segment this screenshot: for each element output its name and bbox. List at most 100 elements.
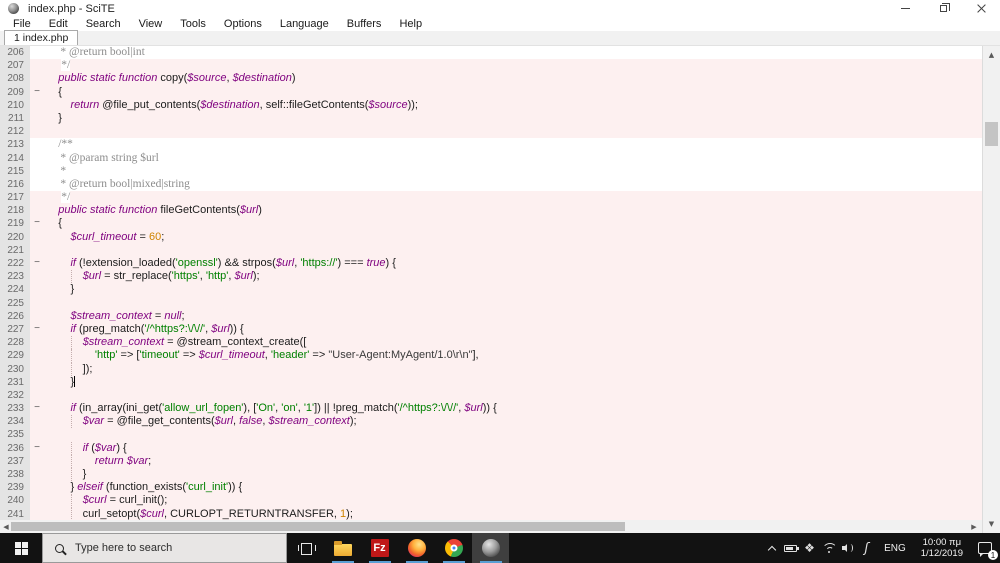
line-number[interactable]: 223 bbox=[0, 270, 30, 284]
action-center-button[interactable]: 1 bbox=[970, 533, 1000, 563]
code-text[interactable]: */ bbox=[44, 59, 982, 72]
scroll-right-arrow-icon[interactable]: ▶ bbox=[968, 520, 980, 533]
line-number[interactable]: 226 bbox=[0, 309, 30, 323]
line-number[interactable]: 220 bbox=[0, 230, 30, 244]
line-number[interactable]: 214 bbox=[0, 151, 30, 165]
close-button[interactable] bbox=[962, 0, 1000, 17]
start-button[interactable] bbox=[0, 533, 42, 563]
code-text[interactable]: if ($var) { bbox=[44, 441, 982, 455]
line-number[interactable]: 235 bbox=[0, 428, 30, 442]
code-text[interactable]: public static function fileGetContents($… bbox=[44, 204, 982, 217]
line-number[interactable]: 209 bbox=[0, 85, 30, 99]
line-number[interactable]: 213 bbox=[0, 138, 30, 152]
restore-button[interactable] bbox=[924, 0, 962, 17]
line-number[interactable]: 241 bbox=[0, 507, 30, 520]
line-number[interactable]: 232 bbox=[0, 388, 30, 403]
menu-item-view[interactable]: View bbox=[130, 18, 172, 30]
line-number[interactable]: 230 bbox=[0, 362, 30, 376]
code-text[interactable]: * bbox=[44, 164, 982, 178]
vertical-scroll-thumb[interactable] bbox=[985, 122, 998, 146]
line-number[interactable]: 207 bbox=[0, 59, 30, 73]
line-number[interactable]: 240 bbox=[0, 494, 30, 508]
code-text[interactable]: * @return bool|mixed|string bbox=[44, 177, 982, 191]
minimize-button[interactable] bbox=[886, 0, 924, 17]
line-number[interactable]: 206 bbox=[0, 46, 30, 60]
tray-app-button[interactable]: ❖ bbox=[800, 533, 819, 563]
horizontal-scroll-thumb[interactable] bbox=[11, 522, 625, 531]
line-number[interactable]: 233 bbox=[0, 402, 30, 416]
fold-marker-icon[interactable]: − bbox=[30, 402, 44, 415]
horizontal-scrollbar[interactable]: ◀ ▶ bbox=[0, 520, 982, 533]
battery-status[interactable] bbox=[781, 533, 800, 563]
code-text[interactable]: } elseif (function_exists('curl_init')) … bbox=[44, 481, 982, 494]
code-text[interactable]: * @param string $url bbox=[44, 151, 982, 165]
code-editor[interactable]: 206 * @return bool|int 207 */ 208 public s… bbox=[0, 46, 982, 520]
code-text[interactable] bbox=[44, 297, 982, 310]
line-number[interactable]: 221 bbox=[0, 243, 30, 257]
line-number[interactable]: 237 bbox=[0, 454, 30, 468]
menu-item-language[interactable]: Language bbox=[271, 18, 338, 30]
file-explorer-button[interactable] bbox=[324, 533, 361, 563]
chrome-button[interactable] bbox=[435, 533, 472, 563]
fold-marker-icon[interactable]: − bbox=[30, 323, 44, 336]
code-text[interactable]: if (!extension_loaded('openssl') && strp… bbox=[44, 257, 982, 270]
code-text[interactable]: } bbox=[44, 283, 982, 296]
code-text[interactable]: $url = str_replace('https', 'http', $url… bbox=[44, 270, 982, 284]
scite-taskbar-button[interactable] bbox=[472, 533, 509, 563]
line-number[interactable]: 227 bbox=[0, 322, 30, 337]
pen-workspace-button[interactable]: ʃ bbox=[857, 533, 876, 563]
code-text[interactable]: $stream_context = @stream_context_create… bbox=[44, 336, 982, 350]
taskbar-search-input[interactable]: Type here to search bbox=[42, 533, 287, 563]
menu-item-file[interactable]: File bbox=[4, 18, 40, 30]
line-number[interactable]: 228 bbox=[0, 336, 30, 350]
menu-item-buffers[interactable]: Buffers bbox=[338, 18, 391, 30]
language-indicator[interactable]: ENG bbox=[876, 543, 914, 554]
code-text[interactable] bbox=[44, 428, 982, 441]
fold-marker-icon[interactable]: − bbox=[30, 217, 44, 230]
code-text[interactable]: /** bbox=[44, 138, 982, 151]
code-text[interactable]: */ bbox=[44, 191, 982, 204]
line-number[interactable]: 212 bbox=[0, 125, 30, 139]
line-number[interactable]: 224 bbox=[0, 283, 30, 297]
taskbar-clock[interactable]: 10:00 πμ 1/12/2019 bbox=[914, 537, 970, 559]
code-text[interactable]: if (preg_match('/^https?:\/\//', $url)) … bbox=[44, 323, 982, 336]
task-view-button[interactable] bbox=[287, 533, 324, 563]
code-text[interactable]: if (in_array(ini_get('allow_url_fopen'),… bbox=[44, 402, 982, 415]
line-number[interactable]: 225 bbox=[0, 296, 30, 310]
code-text[interactable]: 'http' => ['timeout' => $curl_timeout, '… bbox=[44, 349, 982, 363]
line-number[interactable]: 234 bbox=[0, 415, 30, 429]
code-text[interactable] bbox=[44, 244, 982, 257]
fold-marker-icon[interactable]: − bbox=[30, 442, 44, 455]
volume-status[interactable] bbox=[838, 533, 857, 563]
code-text[interactable]: * @return bool|int bbox=[44, 46, 982, 59]
code-text[interactable]: curl_setopt($curl, CURLOPT_RETURNTRANSFE… bbox=[44, 507, 982, 520]
scroll-up-arrow-icon[interactable]: ▲ bbox=[983, 48, 1000, 62]
fold-marker-icon[interactable]: − bbox=[30, 257, 44, 270]
code-text[interactable]: $stream_context = null; bbox=[44, 310, 982, 323]
code-text[interactable]: $curl_timeout = 60; bbox=[44, 231, 982, 244]
line-number[interactable]: 218 bbox=[0, 204, 30, 218]
line-number[interactable]: 211 bbox=[0, 111, 30, 126]
line-number[interactable]: 215 bbox=[0, 164, 30, 178]
line-number[interactable]: 208 bbox=[0, 72, 30, 86]
filezilla-button[interactable]: Fz bbox=[361, 533, 398, 563]
code-text[interactable]: $curl = curl_init(); bbox=[44, 494, 982, 508]
scroll-down-arrow-icon[interactable]: ▼ bbox=[983, 517, 1000, 531]
code-text[interactable]: } bbox=[44, 468, 982, 482]
code-text[interactable]: ]); bbox=[44, 362, 982, 376]
tray-expand-button[interactable] bbox=[762, 533, 781, 563]
menu-item-edit[interactable]: Edit bbox=[40, 18, 77, 30]
vertical-scrollbar[interactable]: ▲ ▼ bbox=[982, 46, 1000, 533]
firefox-button[interactable] bbox=[398, 533, 435, 563]
line-number[interactable]: 210 bbox=[0, 98, 30, 112]
menu-item-options[interactable]: Options bbox=[215, 18, 271, 30]
code-text[interactable]: } bbox=[44, 112, 982, 125]
code-text[interactable]: return $var; bbox=[44, 454, 982, 468]
line-number[interactable]: 238 bbox=[0, 468, 30, 482]
code-text[interactable] bbox=[44, 389, 982, 402]
line-number[interactable]: 231 bbox=[0, 375, 30, 389]
network-status[interactable] bbox=[819, 533, 838, 563]
code-text[interactable] bbox=[44, 125, 982, 138]
menu-item-tools[interactable]: Tools bbox=[171, 18, 215, 30]
line-number[interactable]: 222 bbox=[0, 257, 30, 271]
